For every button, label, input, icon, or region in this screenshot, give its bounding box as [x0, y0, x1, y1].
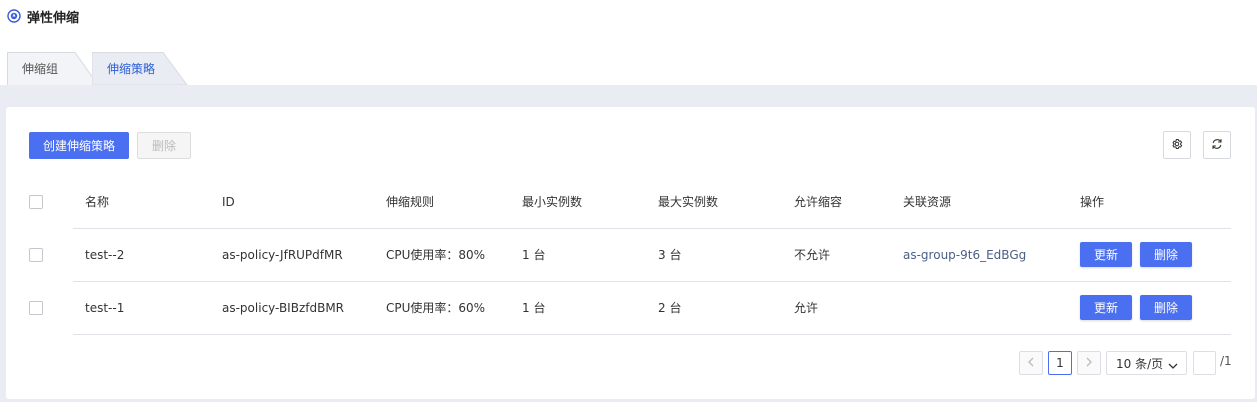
row-divider: [73, 281, 1231, 282]
app-logo-icon: [7, 9, 21, 23]
create-policy-button[interactable]: 创建伸缩策略: [29, 132, 129, 159]
row-divider: [73, 228, 1231, 229]
row-checkbox[interactable]: [29, 301, 43, 315]
cell-allow-scale-in: 允许: [794, 301, 819, 315]
next-page-button[interactable]: [1077, 351, 1101, 375]
chevron-right-icon: [1085, 356, 1093, 370]
settings-button[interactable]: [1163, 131, 1191, 159]
cell-name: test--2: [85, 248, 125, 262]
total-pages: /1: [1220, 354, 1232, 368]
tab-label: 伸缩组: [22, 62, 59, 76]
delete-button: 删除: [137, 132, 191, 159]
cell-min: 1 台: [522, 248, 546, 262]
select-all-checkbox[interactable]: [29, 195, 43, 209]
chevron-down-icon: [1168, 359, 1178, 373]
refresh-button[interactable]: [1203, 131, 1231, 159]
cell-name: test--1: [85, 301, 125, 315]
row-delete-button[interactable]: 删除: [1140, 295, 1192, 320]
page-title: 弹性伸缩: [27, 10, 80, 26]
page-size-select[interactable]: 10 条/页: [1106, 351, 1187, 375]
column-header-name: 名称: [85, 195, 110, 209]
column-header-rule: 伸缩规则: [386, 195, 435, 209]
chevron-left-icon: [1027, 356, 1035, 370]
page-header: 弹性伸缩: [0, 0, 1257, 32]
cell-id: as-policy-JfRUPdfMR: [222, 248, 343, 262]
cell-rule: CPU使用率：60%: [386, 301, 486, 315]
row-divider: [73, 334, 1231, 335]
column-header-resource: 关联资源: [903, 195, 952, 209]
cell-id: as-policy-BIBzfdBMR: [222, 301, 345, 315]
cell-rule: CPU使用率：80%: [386, 248, 486, 262]
cell-max: 3 台: [658, 248, 682, 262]
column-header-allow-scale-in: 允许缩容: [794, 195, 843, 209]
tab-bar: 伸缩组 伸缩策略: [0, 52, 1257, 85]
update-button[interactable]: 更新: [1080, 295, 1132, 320]
cell-min: 1 台: [522, 301, 546, 315]
page-size-value: 10 条/页: [1116, 356, 1164, 371]
cell-allow-scale-in: 不允许: [794, 248, 831, 262]
row-checkbox[interactable]: [29, 248, 43, 262]
tab-scaling-policy[interactable]: 伸缩策略: [92, 52, 188, 85]
cell-max: 2 台: [658, 301, 682, 315]
page-number-current[interactable]: 1: [1048, 351, 1072, 375]
page-jump-input[interactable]: [1193, 351, 1216, 375]
refresh-icon: [1211, 138, 1223, 153]
gear-icon: [1171, 138, 1183, 153]
update-button[interactable]: 更新: [1080, 242, 1132, 267]
prev-page-button[interactable]: [1019, 351, 1043, 375]
tab-label: 伸缩策略: [107, 62, 156, 76]
resource-link[interactable]: as-group-9t6_EdBGg: [903, 246, 1026, 264]
column-header-min: 最小实例数: [522, 195, 583, 209]
column-header-actions: 操作: [1080, 195, 1105, 209]
tab-scaling-group[interactable]: 伸缩组: [7, 52, 99, 85]
column-header-max: 最大实例数: [658, 195, 719, 209]
row-delete-button[interactable]: 删除: [1140, 242, 1192, 267]
column-header-id: ID: [222, 195, 235, 209]
